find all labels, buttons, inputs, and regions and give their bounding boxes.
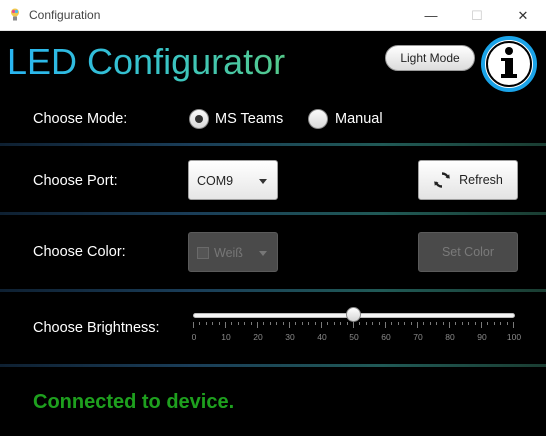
slider-tick [333,322,335,325]
slider-tick [193,322,194,328]
slider-tick [417,322,418,328]
slider-tick [301,322,303,325]
slider-tick [423,322,425,325]
slider-tick [372,322,374,325]
mode-label: Choose Mode: [33,111,128,127]
slider-tick [340,322,342,325]
slider-tick-label: 20 [253,332,263,342]
slider-tick [321,322,322,328]
slider-tick-label: 70 [413,332,423,342]
slider-tick-label: 100 [506,332,522,342]
brightness-slider-ticks [193,322,515,328]
radio-ms-teams-label: MS Teams [215,111,284,127]
minimize-button[interactable]: — [408,0,454,31]
slider-tick [500,322,502,325]
chevron-down-icon [259,251,267,256]
slider-tick [474,322,476,325]
port-dropdown-value: COM9 [197,174,234,188]
slider-tick [308,322,310,325]
slider-tick [353,322,354,328]
slider-tick [237,322,239,325]
separator [0,143,546,146]
slider-tick [391,322,393,325]
slider-tick [257,322,258,328]
slider-tick [346,322,348,325]
slider-tick [212,322,214,325]
slider-tick [481,322,482,328]
radio-manual[interactable] [308,109,328,129]
connection-status: Connected to device. [33,391,235,413]
slider-tick [282,322,284,325]
slider-tick [250,322,252,325]
slider-tick [513,322,514,328]
chevron-down-icon [259,179,267,184]
brightness-label: Choose Brightness: [33,320,160,336]
slider-tick [295,322,297,325]
slider-tick-label: 30 [285,332,295,342]
slider-tick [487,322,489,325]
slider-tick [314,322,316,325]
slider-tick-label: 40 [317,332,327,342]
slider-tick [327,322,329,325]
color-swatch [197,247,209,259]
lightbulb-icon [11,8,19,21]
slider-tick [199,322,201,325]
slider-tick [493,322,495,325]
slider-tick [461,322,463,325]
slider-tick [263,322,265,325]
slider-tick [269,322,271,325]
radio-manual-label: Manual [335,111,383,127]
slider-tick [205,322,207,325]
title-bar: Configuration — ☐ ✕ [0,0,546,31]
slider-tick [225,322,226,328]
color-dropdown[interactable]: Weiß [188,232,278,272]
slider-tick [378,322,380,325]
slider-tick [276,322,278,325]
slider-tick [468,322,470,325]
slider-tick [289,322,290,328]
slider-tick [231,322,233,325]
slider-tick-label: 60 [381,332,391,342]
color-label: Choose Color: [33,244,126,260]
slider-tick-label: 50 [349,332,359,342]
slider-tick [404,322,406,325]
slider-tick [455,322,457,325]
slider-tick [218,322,220,325]
radio-ms-teams[interactable] [189,109,209,129]
slider-tick [359,322,361,325]
slider-tick [442,322,444,325]
slider-tick [397,322,399,325]
refresh-icon [434,172,450,188]
separator [0,212,546,215]
refresh-label: Refresh [459,173,503,187]
slider-tick [506,322,508,325]
slider-tick [365,322,367,325]
slider-tick [449,322,450,328]
separator [0,364,546,367]
light-mode-button[interactable]: Light Mode [385,45,475,71]
port-dropdown[interactable]: COM9 [188,160,278,200]
refresh-button[interactable]: Refresh [418,160,518,200]
slider-tick [410,322,412,325]
close-button[interactable]: ✕ [500,0,546,31]
slider-tick [244,322,246,325]
port-label: Choose Port: [33,173,118,189]
info-icon[interactable] [480,35,538,93]
slider-tick [385,322,386,328]
slider-tick [429,322,431,325]
slider-tick [436,322,438,325]
window-title: Configuration [29,8,101,22]
app-title: LED Configurator [7,41,286,82]
slider-tick-label: 90 [477,332,487,342]
color-dropdown-value: Weiß [214,246,243,260]
set-color-button[interactable]: Set Color [418,232,518,272]
separator [0,289,546,292]
slider-tick-label: 80 [445,332,455,342]
slider-tick-label: 0 [191,332,197,342]
slider-tick-label: 10 [221,332,231,342]
brightness-slider-thumb[interactable] [346,307,361,322]
maximize-button[interactable]: ☐ [454,0,500,31]
